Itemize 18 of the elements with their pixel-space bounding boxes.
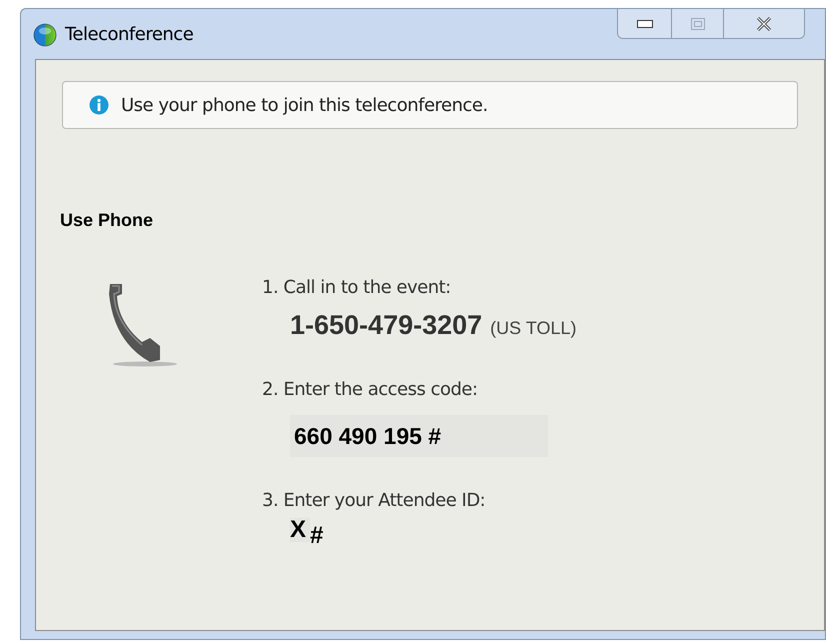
window-title: Teleconference bbox=[65, 23, 194, 47]
maximize-icon bbox=[690, 18, 704, 30]
attendee-id: X bbox=[290, 518, 310, 542]
step-label: 2. Enter the access code: bbox=[262, 378, 479, 402]
info-icon bbox=[89, 95, 109, 115]
access-code: 660 490 195 # bbox=[290, 414, 548, 457]
minimize-button[interactable] bbox=[618, 9, 672, 38]
step-label: 3. Enter your Attendee ID: bbox=[262, 489, 486, 513]
close-icon bbox=[756, 16, 772, 30]
globe-icon bbox=[33, 22, 57, 46]
phone-number: 1-650-479-3207 bbox=[290, 309, 482, 342]
minimize-icon bbox=[636, 20, 652, 28]
section-heading: Use Phone bbox=[60, 209, 154, 232]
step-label: 1. Call in to the event: bbox=[262, 276, 452, 300]
pound-sign: # bbox=[310, 524, 324, 548]
toll-note: (US TOLL) bbox=[490, 317, 577, 340]
info-message: Use your phone to join this teleconference. bbox=[121, 94, 488, 118]
close-button[interactable] bbox=[724, 9, 804, 38]
